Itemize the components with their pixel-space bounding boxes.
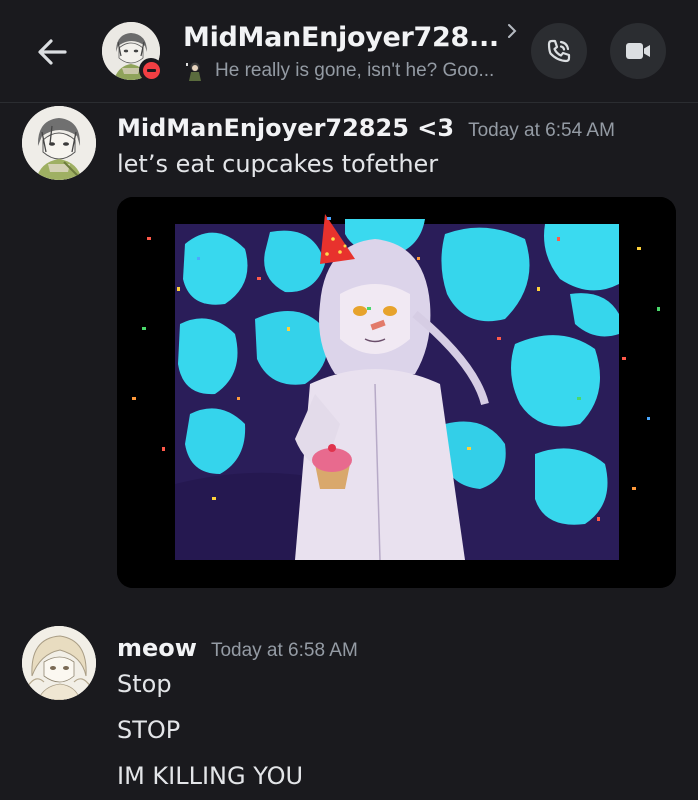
do-not-disturb-icon bbox=[142, 61, 160, 79]
image-attachment[interactable] bbox=[117, 197, 676, 588]
message-author[interactable]: meow bbox=[117, 634, 197, 662]
message-avatar[interactable] bbox=[22, 626, 96, 700]
custom-status-text: He really is gone, isn't he? Goo... bbox=[215, 60, 495, 81]
avatar-drawing bbox=[22, 106, 96, 180]
image-attachment-artwork bbox=[117, 197, 676, 588]
avatar-drawing bbox=[22, 626, 96, 700]
message-timestamp: Today at 6:58 AM bbox=[210, 640, 358, 661]
arrow-left-icon bbox=[38, 39, 67, 65]
custom-status: He really is gone, isn't he? Goo... bbox=[183, 60, 494, 82]
channel-header: MidManEnjoyer728... He really is gone, i… bbox=[0, 0, 698, 103]
status-indicator bbox=[139, 58, 163, 82]
message-header: MidManEnjoyer72825 <3 Today at 6:54 AM bbox=[117, 114, 615, 142]
header-title: MidManEnjoyer728... bbox=[183, 22, 499, 53]
message-avatar[interactable] bbox=[22, 106, 96, 180]
dm-chat-screen: MidManEnjoyer728... He really is gone, i… bbox=[0, 0, 698, 800]
header-title-button[interactable]: MidManEnjoyer728... bbox=[183, 22, 517, 53]
video-camera-icon bbox=[626, 43, 650, 59]
phone-call-icon bbox=[547, 39, 571, 63]
video-call-button[interactable] bbox=[610, 23, 666, 79]
voice-call-button[interactable] bbox=[531, 23, 587, 79]
message-text: STOP bbox=[117, 716, 181, 744]
message-timestamp: Today at 6:54 AM bbox=[468, 120, 615, 141]
message-text: IM KILLING YOU bbox=[117, 762, 304, 790]
message-author[interactable]: MidManEnjoyer72825 <3 bbox=[117, 114, 454, 142]
chevron-right-icon bbox=[507, 23, 517, 44]
message-text: Stop bbox=[117, 670, 172, 698]
custom-status-emoji bbox=[186, 62, 201, 81]
message-header: meow Today at 6:58 AM bbox=[117, 634, 358, 662]
back-button[interactable] bbox=[30, 30, 74, 74]
message-text: let’s eat cupcakes tofether bbox=[117, 150, 439, 178]
